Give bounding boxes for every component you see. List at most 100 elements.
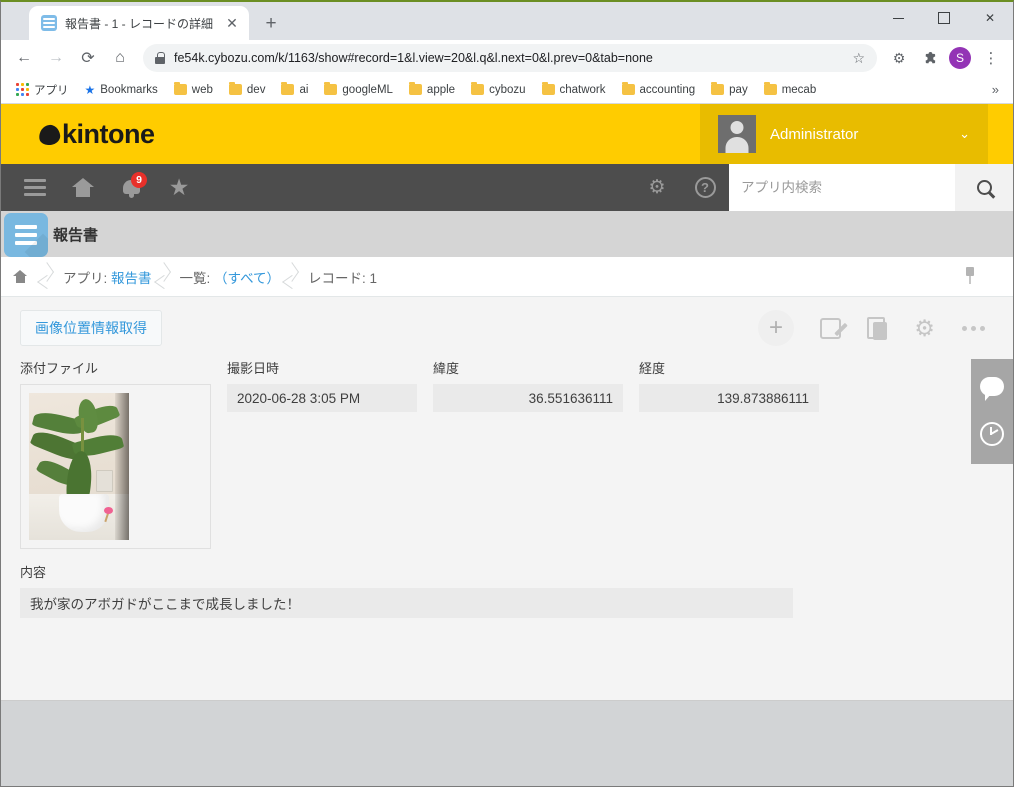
breadcrumb-prefix: 一覧: xyxy=(179,270,215,286)
edit-record-button[interactable] xyxy=(820,317,841,339)
reload-icon[interactable]: ⟳ xyxy=(73,43,103,73)
extensions-puzzle-icon[interactable] xyxy=(915,44,943,72)
bookmark-star-icon[interactable]: ☆ xyxy=(852,50,865,67)
menu-button[interactable] xyxy=(11,164,59,211)
bookmark-label: mecab xyxy=(781,83,817,96)
breadcrumb-separator-icon xyxy=(284,257,304,297)
url-text: fe54k.cybozu.com/k/1163/show#record=1&l.… xyxy=(174,51,653,65)
breadcrumb: アプリ: 報告書 一覧: （すべて） レコード: 1 xyxy=(1,257,1013,297)
breadcrumb-home-button[interactable] xyxy=(1,270,39,283)
bookmark-label: chatwork xyxy=(559,83,606,96)
pin-button[interactable] xyxy=(963,267,983,287)
field-label: 緯度 xyxy=(433,361,460,376)
back-icon[interactable]: ← xyxy=(9,43,39,73)
username-label: Administrator xyxy=(770,125,859,143)
history-icon xyxy=(980,422,1004,446)
user-menu[interactable]: Administrator ⌄ xyxy=(700,104,988,164)
maximize-window-button[interactable] xyxy=(921,2,967,34)
tab-favicon-icon xyxy=(41,15,57,31)
search-button[interactable] xyxy=(955,164,1013,211)
chevron-down-icon: ⌄ xyxy=(959,126,970,141)
new-tab-button[interactable]: + xyxy=(257,9,285,37)
portal-home-button[interactable] xyxy=(59,164,107,211)
field-value: 我が家のアボガドがここまで成長しました！ xyxy=(20,588,793,618)
kintone-logo[interactable]: kintone xyxy=(37,118,155,150)
close-window-button[interactable]: ✕ xyxy=(967,2,1013,34)
star-icon: ★ xyxy=(168,174,190,200)
bookmark-label: アプリ xyxy=(34,84,69,97)
bookmark-label: ai xyxy=(299,83,309,96)
forward-icon[interactable]: → xyxy=(41,43,71,73)
bookmark-cybozu[interactable]: cybozu xyxy=(464,81,532,99)
window-controls: ✕ xyxy=(875,2,1013,34)
bookmark-accounting[interactable]: accounting xyxy=(615,81,703,99)
bookmark-web[interactable]: web xyxy=(167,81,220,99)
bookmark-pay[interactable]: pay xyxy=(704,81,755,99)
comments-button[interactable] xyxy=(980,377,1004,401)
bookmark-label: pay xyxy=(729,83,748,96)
url-bar[interactable]: fe54k.cybozu.com/k/1163/show#record=1&l.… xyxy=(143,44,877,72)
field-longitude: 経度 139.873886111 xyxy=(639,359,819,412)
gear-icon[interactable]: ⚙ xyxy=(885,44,913,72)
breadcrumb-link-view[interactable]: （すべて） xyxy=(214,271,280,286)
profile-avatar[interactable]: S xyxy=(949,47,971,69)
bookmark-label: cybozu xyxy=(489,83,526,96)
bookmark-chatwork[interactable]: chatwork xyxy=(535,81,613,99)
browser-tab[interactable]: 報告書 - 1 - レコードの詳細 ✕ xyxy=(29,6,249,40)
app-title-bar: 報告書 xyxy=(1,211,1013,257)
get-image-geolocation-button[interactable]: 画像位置情報取得 xyxy=(20,310,162,346)
bookmark-label: googleML xyxy=(342,83,393,96)
home-icon[interactable]: ⌂ xyxy=(105,43,135,73)
breadcrumb-separator-icon xyxy=(39,257,59,297)
duplicate-record-button[interactable] xyxy=(867,316,887,340)
nav-left-group: 9 ★ xyxy=(1,164,203,211)
bookmarks-overflow-icon[interactable]: » xyxy=(986,82,1005,97)
help-button[interactable]: ? xyxy=(681,164,729,211)
attachment-box[interactable] xyxy=(20,384,211,549)
field-shooting-datetime: 撮影日時 2020-06-28 3:05 PM xyxy=(227,359,417,412)
photo-pot xyxy=(59,494,109,532)
bookmark-label: accounting xyxy=(639,83,696,96)
app-search-field[interactable] xyxy=(729,164,955,211)
bookmark-googleml[interactable]: googleML xyxy=(317,81,400,99)
kintone-logo-text: kintone xyxy=(62,118,155,149)
folder-icon xyxy=(281,82,295,95)
notification-badge: 9 xyxy=(131,172,147,188)
record-settings-button[interactable]: ⚙ xyxy=(913,314,936,341)
more-options-button[interactable] xyxy=(962,325,985,331)
favorites-button[interactable]: ★ xyxy=(155,164,203,211)
close-tab-icon[interactable]: ✕ xyxy=(223,14,241,32)
lock-icon xyxy=(155,52,165,64)
folder-icon xyxy=(621,82,635,95)
browser-menu-icon[interactable]: ⋮ xyxy=(977,44,1005,72)
notifications-button[interactable]: 9 xyxy=(107,164,155,211)
history-button[interactable] xyxy=(980,422,1004,446)
gear-icon: ⚙ xyxy=(914,314,935,341)
page-bottom-area xyxy=(1,701,1013,786)
record-actions: + ⚙ xyxy=(758,310,985,346)
folder-icon xyxy=(711,82,725,95)
kintone-settings-button[interactable]: ⚙ xyxy=(633,164,681,211)
gear-icon: ⚙ xyxy=(648,177,666,198)
search-input[interactable] xyxy=(741,180,943,195)
ellipsis-icon xyxy=(962,325,985,331)
bookmark-apple[interactable]: apple xyxy=(402,81,462,99)
breadcrumb-link-app[interactable]: 報告書 xyxy=(111,271,152,286)
bookmark-bookmarks[interactable]: ★ Bookmarks xyxy=(78,80,165,100)
breadcrumb-separator-icon xyxy=(156,257,176,297)
avatar xyxy=(718,115,756,153)
attachment-thumbnail[interactable] xyxy=(29,393,129,540)
bookmark-dev[interactable]: dev xyxy=(222,81,273,99)
bookmark-label: apple xyxy=(426,83,456,96)
bookmark-label: web xyxy=(191,83,213,96)
folder-icon xyxy=(228,82,242,95)
bookmarks-bar: アプリ ★ Bookmarks web dev ai googleML appl… xyxy=(1,76,1013,104)
minimize-window-button[interactable] xyxy=(875,2,921,34)
bookmark-apps[interactable]: アプリ xyxy=(9,79,76,101)
add-record-button[interactable]: + xyxy=(758,310,794,346)
bookmark-ai[interactable]: ai xyxy=(274,81,315,99)
folder-icon xyxy=(173,82,187,95)
breadcrumb-item-view: 一覧: （すべて） xyxy=(176,267,285,287)
field-attachment: 添付ファイル xyxy=(20,359,211,549)
bookmark-mecab[interactable]: mecab xyxy=(757,81,824,99)
